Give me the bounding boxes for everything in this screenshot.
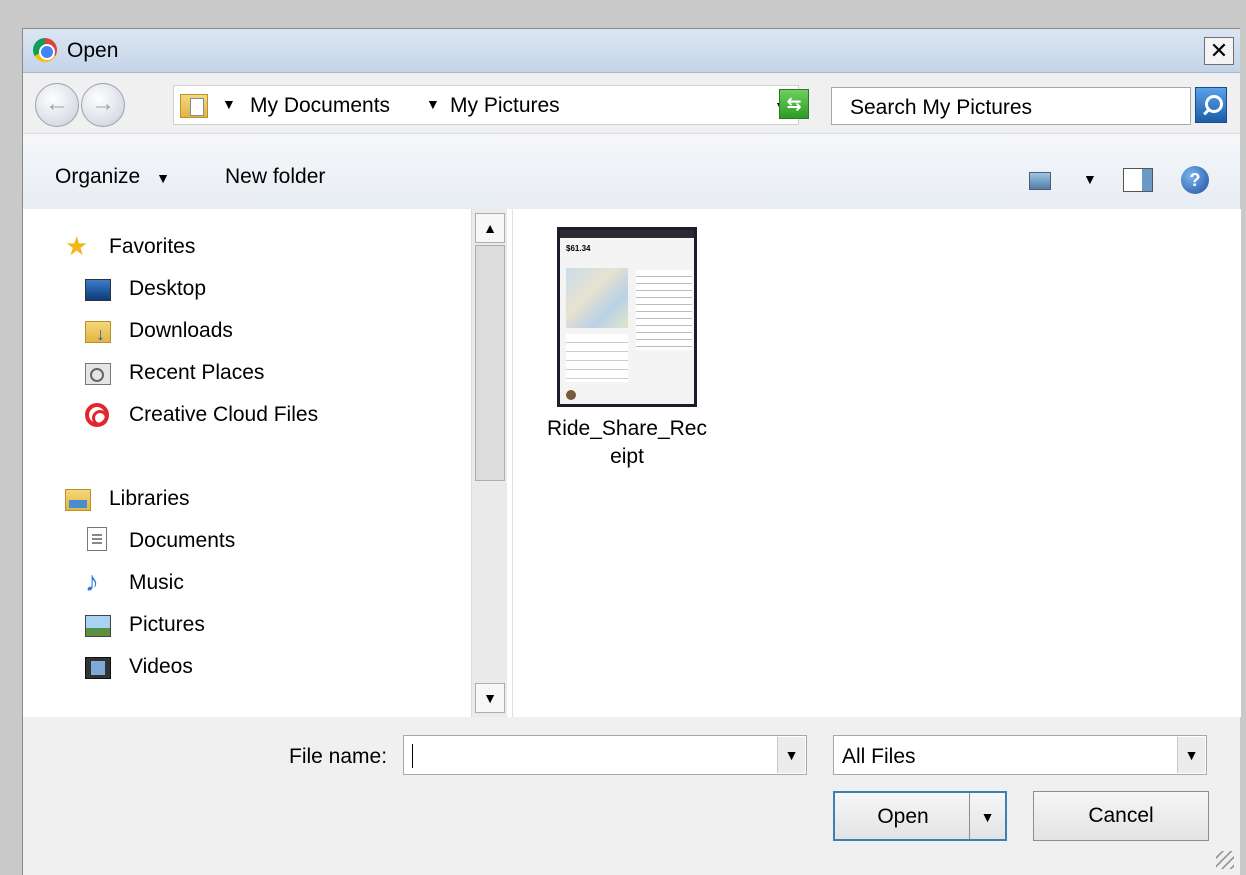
back-button[interactable]: ← (35, 83, 79, 127)
file-name-label-text: File name: (289, 745, 388, 768)
file-type-select[interactable]: All Files ▼ (833, 735, 1207, 775)
refresh-icon: ⇆ (786, 94, 802, 114)
music-icon: ♪ (85, 566, 99, 597)
libraries-icon (65, 489, 91, 511)
organize-menu[interactable]: Organize ▼ (55, 165, 170, 189)
file-thumbnail[interactable]: $61.34 (557, 227, 697, 407)
scroll-thumb[interactable] (475, 245, 505, 481)
thumbnail-map (566, 268, 628, 328)
open-split-dropdown-icon[interactable]: ▼ (969, 793, 1005, 839)
open-button-label: Open (877, 805, 929, 828)
file-name-dropdown-icon[interactable]: ▼ (777, 737, 805, 773)
thumbnail-header (560, 230, 694, 238)
forward-button[interactable]: → (81, 83, 125, 127)
text-caret (412, 744, 413, 768)
open-dialog: Open ✕ ← → ▼ My Documents ▼ My Pictures … (0, 0, 1246, 875)
organize-label: Organize (55, 165, 141, 188)
folder-icon (180, 94, 208, 118)
nav-scrollbar[interactable]: ▲ ▼ (471, 209, 507, 717)
breadcrumb-my-pictures[interactable]: My Pictures (450, 94, 560, 118)
nav-music[interactable]: Music (129, 571, 184, 595)
creative-cloud-icon (85, 403, 109, 427)
search-icon[interactable] (1195, 87, 1227, 123)
open-button[interactable]: Open ▼ (833, 791, 1007, 841)
back-icon: ← (45, 90, 69, 117)
cancel-button[interactable]: Cancel (1033, 791, 1209, 841)
nav-creative-cloud-files[interactable]: Creative Cloud Files (129, 403, 318, 427)
file-name-label[interactable]: Ride_Share_Receipt (543, 415, 711, 471)
address-bar[interactable]: ▼ My Documents ▼ My Pictures ▼ (173, 85, 799, 125)
file-list-pane: $61.34 Ride_Share_Receipt (513, 209, 1241, 717)
new-folder-button[interactable]: New folder (225, 165, 325, 189)
refresh-button[interactable]: ⇆ (779, 89, 809, 119)
breadcrumb-arrow-icon[interactable]: ▼ (222, 96, 236, 112)
thumbnail-price: $61.34 (566, 244, 591, 253)
nav-desktop[interactable]: Desktop (129, 277, 206, 301)
breadcrumb-my-documents[interactable]: My Documents (250, 94, 390, 118)
close-button[interactable]: ✕ (1204, 37, 1234, 65)
address-row: ← → ▼ My Documents ▼ My Pictures ▼ ⇆ Sea… (23, 73, 1240, 133)
thumbnail-trip-lines (566, 334, 628, 382)
pictures-icon (85, 615, 111, 637)
search-input[interactable]: Search My Pictures (831, 87, 1191, 125)
documents-icon (87, 527, 107, 551)
title-bar: Open ✕ (23, 29, 1240, 73)
view-icon[interactable] (1029, 172, 1051, 190)
forward-icon: → (91, 90, 115, 117)
nav-downloads[interactable]: Downloads (129, 319, 233, 343)
videos-icon (85, 657, 111, 679)
view-dropdown-icon[interactable]: ▼ (1083, 171, 1097, 187)
navigation-pane: ★ Favorites Desktop Downloads Recent Pla… (23, 209, 513, 717)
scroll-down-button[interactable]: ▼ (475, 683, 505, 713)
desktop-icon (85, 279, 111, 301)
thumbnail-detail-lines (636, 270, 692, 350)
nav-favorites[interactable]: Favorites (109, 235, 195, 259)
file-name-input[interactable]: ▼ (403, 735, 807, 775)
window-title: Open (67, 39, 119, 62)
nav-pictures[interactable]: Pictures (129, 613, 205, 637)
help-icon[interactable]: ? (1181, 166, 1209, 194)
star-icon: ★ (65, 231, 89, 261)
downloads-icon (85, 321, 111, 345)
dialog-frame: Open ✕ ← → ▼ My Documents ▼ My Pictures … (22, 28, 1241, 875)
recent-places-icon (85, 363, 111, 385)
file-type-dropdown-icon[interactable]: ▼ (1177, 737, 1205, 773)
nav-recent-places[interactable]: Recent Places (129, 361, 264, 385)
breadcrumb-arrow-icon[interactable]: ▼ (426, 96, 440, 112)
chevron-down-icon: ▼ (156, 170, 170, 186)
nav-libraries[interactable]: Libraries (109, 487, 190, 511)
thumbnail-avatar (566, 390, 576, 400)
file-type-value: All Files (842, 745, 916, 768)
preview-pane-icon[interactable] (1123, 168, 1153, 192)
chrome-icon (33, 38, 57, 62)
close-icon: ✕ (1209, 38, 1229, 63)
nav-documents[interactable]: Documents (129, 529, 235, 553)
nav-videos[interactable]: Videos (129, 655, 193, 679)
resize-grip-icon[interactable] (1216, 851, 1234, 869)
scroll-up-button[interactable]: ▲ (475, 213, 505, 243)
toolbar: Organize ▼ New folder ▼ ? (23, 133, 1240, 209)
search-placeholder: Search My Pictures (850, 96, 1033, 119)
